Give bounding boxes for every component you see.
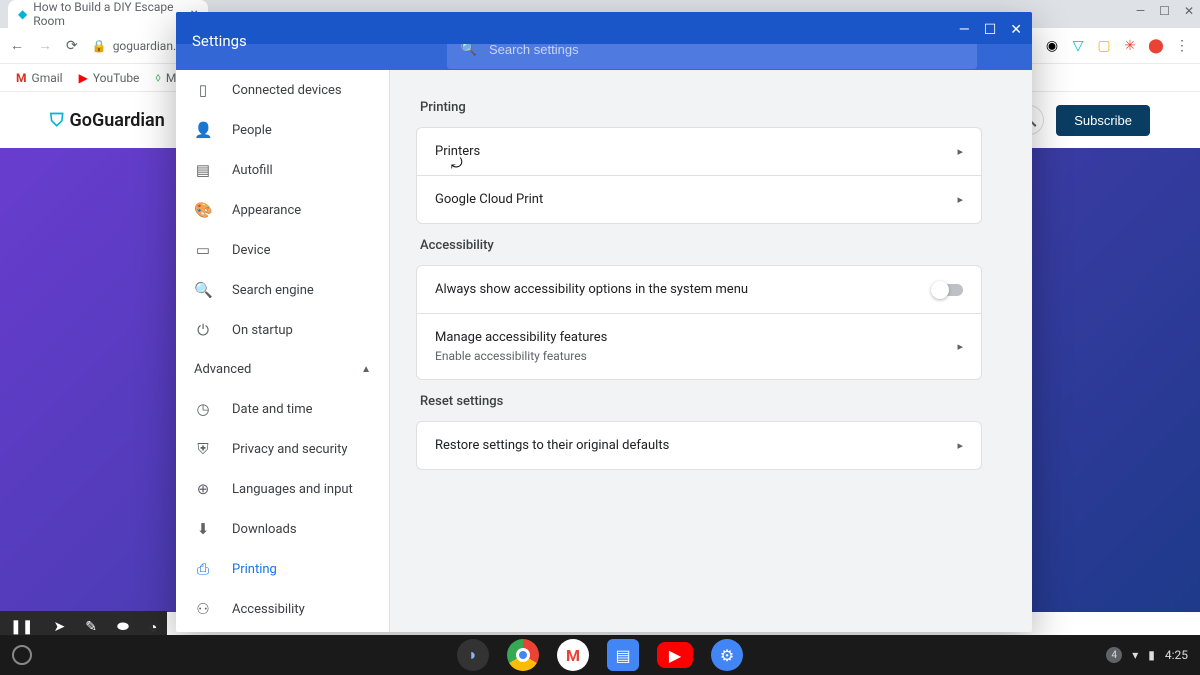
settings-window: Settings 🔍 — ☐ ✕ ▯Connected devices 👤Peo… — [176, 12, 1032, 632]
extension-shield-icon[interactable]: ▽ — [1070, 38, 1086, 54]
browser-menu-icon[interactable]: ⋮ — [1174, 38, 1190, 54]
window-close-icon[interactable]: ✕ — [1010, 22, 1022, 38]
row-restore-defaults[interactable]: Restore settings to their original defau… — [417, 422, 981, 469]
timer-icon[interactable]: ◔ — [145, 619, 161, 636]
browser-close-icon[interactable]: ✕ — [1184, 4, 1194, 18]
docs-icon[interactable]: ▤ — [607, 639, 639, 671]
pen-icon[interactable]: ✎ — [81, 619, 101, 635]
gmail-icon[interactable]: M — [557, 639, 589, 671]
search-icon: 🔍 — [194, 281, 212, 299]
wifi-icon: ▾ — [1132, 648, 1138, 662]
sidebar-item-privacy[interactable]: ⛨Privacy and security — [176, 429, 389, 469]
clipboard-icon: ▤ — [194, 161, 212, 179]
forward-icon[interactable]: → — [38, 37, 52, 54]
sidebar-item-reset[interactable]: ↺Reset settings — [176, 629, 389, 632]
bookmark-youtube[interactable]: ▶YouTube — [79, 71, 140, 85]
reload-icon[interactable]: ⟳ — [66, 38, 78, 54]
sidebar-item-autofill[interactable]: ▤Autofill — [176, 150, 389, 190]
chrome-os-shelf: ◗ M ▤ ▶ ⚙ 4 ▾ ▮ 4:25 — [0, 635, 1200, 675]
printer-icon: ⎙ — [194, 560, 212, 578]
address-bar[interactable]: 🔒 goguardian.c — [92, 39, 183, 53]
person-icon: 👤 — [194, 121, 212, 139]
section-printing-label: Printing — [420, 100, 982, 115]
extension-dot-icon[interactable]: ⬤ — [1148, 38, 1164, 54]
settings-search-input[interactable] — [489, 42, 963, 57]
subscribe-button[interactable]: Subscribe — [1056, 105, 1150, 136]
clock-icon: ◷ — [194, 400, 212, 418]
sidebar-item-date-time[interactable]: ◷Date and time — [176, 389, 389, 429]
settings-sidebar: ▯Connected devices 👤People ▤Autofill 🎨Ap… — [176, 70, 390, 632]
sidebar-item-printing[interactable]: ⎙Printing — [176, 549, 389, 589]
lock-icon: 🔒 — [92, 39, 107, 53]
extension-brave-icon[interactable]: ◉ — [1044, 38, 1060, 54]
browser-minimize-icon[interactable]: — — [1136, 4, 1145, 18]
notification-count-icon: 4 — [1106, 647, 1122, 663]
section-accessibility-label: Accessibility — [420, 238, 982, 253]
sidebar-item-search-engine[interactable]: 🔍Search engine — [176, 270, 389, 310]
settings-title: Settings — [192, 32, 247, 50]
laptop-icon: ▭ — [194, 241, 212, 259]
reset-card: Restore settings to their original defau… — [416, 421, 982, 470]
url-text: goguardian.c — [113, 39, 183, 53]
power-icon: ⏻ — [194, 321, 212, 339]
settings-search-box[interactable]: 🔍 — [447, 29, 977, 69]
row-printers[interactable]: Printers▸ — [417, 128, 981, 175]
settings-content: Printing Printers▸ Google Cloud Print▸ A… — [390, 70, 1032, 632]
system-tray[interactable]: 4 ▾ ▮ 4:25 — [1106, 647, 1188, 663]
mouse-cursor: ⤾ — [451, 156, 463, 172]
launcher-icon[interactable] — [12, 645, 32, 665]
palette-icon: 🎨 — [194, 201, 212, 219]
bookmark-gmail[interactable]: MGmail — [16, 71, 63, 85]
sidebar-item-connected-devices[interactable]: ▯Connected devices — [176, 70, 389, 110]
chrome-icon[interactable] — [507, 639, 539, 671]
chevron-right-icon: ▸ — [957, 145, 963, 158]
extension-square-icon[interactable]: ▢ — [1096, 38, 1112, 54]
back-icon[interactable]: ← — [10, 37, 24, 54]
sidebar-item-device[interactable]: ▭Device — [176, 230, 389, 270]
accessibility-card: Always show accessibility options in the… — [416, 265, 982, 380]
app-dark-icon[interactable]: ◗ — [457, 639, 489, 671]
brand-name: GoGuardian — [70, 110, 165, 131]
shield-icon: ⛨ — [194, 440, 212, 458]
shield-icon: ⛉ — [50, 110, 64, 131]
chevron-up-icon: ▲ — [361, 364, 371, 375]
tab-title: How to Build a DIY Escape Room — [33, 0, 184, 28]
pause-icon[interactable]: ❚❚ — [6, 619, 37, 635]
settings-titlebar: Settings 🔍 — ☐ ✕ — [176, 12, 1032, 70]
row-google-cloud-print[interactable]: Google Cloud Print▸ — [417, 175, 981, 223]
battery-icon: ▮ — [1148, 648, 1155, 662]
sidebar-item-languages[interactable]: ⊕Languages and input — [176, 469, 389, 509]
printing-card: Printers▸ Google Cloud Print▸ — [416, 127, 982, 224]
sidebar-item-accessibility[interactable]: ⚇Accessibility — [176, 589, 389, 629]
eraser-icon[interactable]: ⬬ — [113, 619, 133, 635]
settings-app-icon[interactable]: ⚙ — [711, 639, 743, 671]
goguardian-logo[interactable]: ⛉ GoGuardian — [50, 110, 165, 131]
globe-icon: ⊕ — [194, 480, 212, 498]
row-accessibility-toggle[interactable]: Always show accessibility options in the… — [417, 266, 981, 313]
accessibility-icon: ⚇ — [194, 600, 212, 618]
extension-gear-icon[interactable]: ✳ — [1122, 38, 1138, 54]
sidebar-item-on-startup[interactable]: ⏻On startup — [176, 310, 389, 350]
chevron-right-icon: ▸ — [957, 439, 963, 452]
phone-icon: ▯ — [194, 81, 212, 99]
chevron-right-icon: ▸ — [957, 193, 963, 206]
download-icon: ⬇ — [194, 520, 212, 538]
sidebar-item-appearance[interactable]: 🎨Appearance — [176, 190, 389, 230]
window-minimize-icon[interactable]: — — [959, 22, 970, 38]
youtube-icon[interactable]: ▶ — [657, 642, 693, 668]
accessibility-toggle[interactable] — [933, 284, 963, 296]
cursor-icon[interactable]: ➤ — [49, 619, 69, 635]
sidebar-item-downloads[interactable]: ⬇Downloads — [176, 509, 389, 549]
clock: 4:25 — [1165, 648, 1188, 662]
section-reset-label: Reset settings — [420, 394, 982, 409]
goguardian-favicon: ◆ — [18, 7, 27, 21]
sidebar-group-advanced[interactable]: Advanced ▲ — [176, 350, 389, 389]
search-icon: 🔍 — [461, 42, 477, 57]
sidebar-item-people[interactable]: 👤People — [176, 110, 389, 150]
chevron-right-icon: ▸ — [957, 340, 963, 353]
browser-maximize-icon[interactable]: ☐ — [1159, 4, 1170, 18]
row-manage-accessibility[interactable]: Manage accessibility features Enable acc… — [417, 313, 981, 379]
window-maximize-icon[interactable]: ☐ — [984, 22, 997, 38]
